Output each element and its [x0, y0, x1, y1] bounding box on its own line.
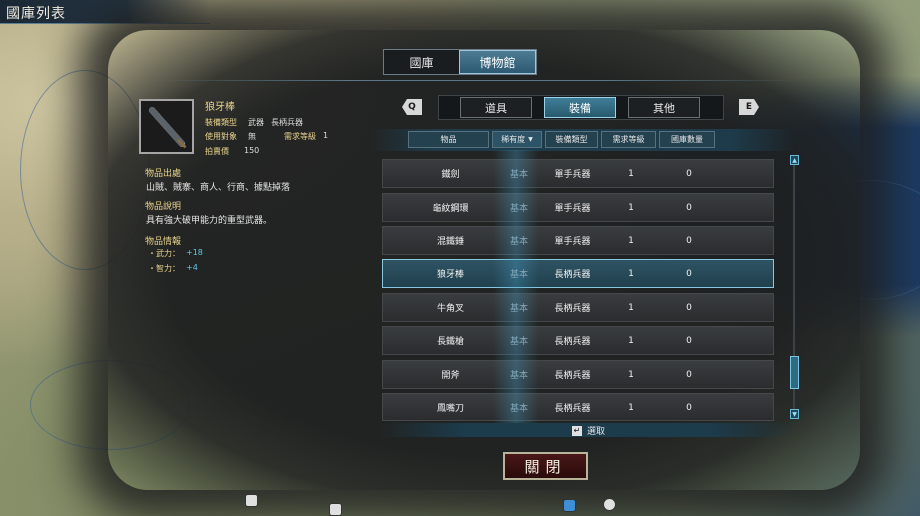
select-hint: ↵ 選取 — [572, 424, 605, 437]
scrollbar-thumb[interactable] — [790, 356, 799, 389]
level-label: 需求等級 — [284, 132, 316, 141]
level-cell: 1 — [628, 335, 634, 346]
type-value: 武器 — [248, 118, 264, 127]
type-label: 裝備類型 — [205, 118, 237, 127]
tab-museum[interactable]: 博物館 — [459, 50, 536, 74]
mace-icon — [141, 101, 192, 152]
type-cell: 長柄兵器 — [554, 270, 591, 280]
quantity-cell: 0 — [686, 235, 692, 246]
quantity-cell: 0 — [686, 302, 692, 313]
map-marker-icon — [329, 503, 342, 516]
level-cell: 1 — [628, 168, 634, 179]
tab-items[interactable]: 道具 — [460, 97, 532, 118]
quantity-cell: 0 — [686, 335, 692, 346]
desc-heading: 物品說明 — [145, 202, 182, 212]
column-header-type[interactable]: 裝備類型 — [545, 131, 598, 148]
type-cell: 長柄兵器 — [554, 404, 591, 414]
item-name: 狼牙棒 — [205, 102, 235, 113]
price-label: 拍賣價 — [205, 147, 229, 156]
type-cell: 長柄兵器 — [554, 337, 591, 347]
quantity-cell: 0 — [686, 268, 692, 279]
column-header-level[interactable]: 需求等級 — [601, 131, 656, 148]
column-header-rarity-label: 稀有度 — [501, 135, 526, 144]
source-heading: 物品出處 — [145, 169, 182, 179]
bonus-value: +4 — [186, 263, 198, 272]
info-heading: 物品情報 — [145, 237, 182, 247]
item-image — [139, 99, 194, 154]
desc-text: 具有強大破甲能力的重型武器。 — [146, 216, 273, 226]
select-hint-label: 選取 — [587, 427, 606, 437]
column-header-quantity[interactable]: 國庫數量 — [659, 131, 715, 148]
bonus-label: ・智力： — [148, 264, 180, 273]
divider — [150, 80, 800, 81]
top-tab-bar: 國庫 博物館 — [383, 49, 537, 75]
scroll-up-arrow-icon[interactable]: ▲ — [790, 155, 799, 165]
type-sub-value: 長柄兵器 — [271, 118, 303, 127]
type-cell: 單手兵器 — [554, 170, 591, 180]
column-header-item[interactable]: 物品 — [408, 131, 489, 148]
quantity-cell: 0 — [686, 369, 692, 380]
user-value: 無 — [248, 132, 256, 141]
table-row[interactable]: 鐵劍 基本 單手兵器 1 0 — [382, 159, 774, 188]
table-row[interactable]: 混鐵錘 基本 單手兵器 1 0 — [382, 226, 774, 255]
type-cell: 長柄兵器 — [554, 304, 591, 314]
type-cell: 單手兵器 — [554, 237, 591, 247]
table-row[interactable]: 鳳嘴刀 基本 長柄兵器 1 0 — [382, 393, 774, 421]
bonus-label: ・武力： — [148, 249, 180, 258]
map-marker-icon — [245, 494, 258, 507]
table-row[interactable]: 牛角叉 基本 長柄兵器 1 0 — [382, 293, 774, 322]
tab-other[interactable]: 其他 — [628, 97, 700, 118]
column-header-rarity[interactable]: 稀有度 ▼ — [492, 131, 542, 148]
enter-key-icon: ↵ — [572, 425, 582, 436]
tab-equipment[interactable]: 裝備 — [544, 97, 616, 118]
user-label: 使用對象 — [205, 132, 237, 141]
level-cell: 1 — [628, 268, 634, 279]
level-cell: 1 — [628, 369, 634, 380]
price-value: 150 — [244, 146, 260, 155]
level-cell: 1 — [628, 202, 634, 213]
quantity-cell: 0 — [686, 168, 692, 179]
level-cell: 1 — [628, 235, 634, 246]
sort-arrow-icon: ▼ — [528, 136, 533, 143]
tab-treasury[interactable]: 國庫 — [384, 50, 459, 74]
scroll-down-arrow-icon[interactable]: ▼ — [790, 409, 799, 419]
map-marker-icon — [603, 498, 616, 511]
table-row[interactable]: 龜紋鋼環 基本 單手兵器 1 0 — [382, 193, 774, 222]
close-button[interactable]: 關閉 — [503, 452, 588, 480]
map-marker-icon — [563, 499, 576, 512]
table-row[interactable]: 開斧 基本 長柄兵器 1 0 — [382, 360, 774, 389]
quantity-cell: 0 — [686, 402, 692, 413]
type-cell: 單手兵器 — [554, 204, 591, 214]
type-cell: 長柄兵器 — [554, 371, 591, 381]
rarity-column-highlight — [493, 150, 539, 425]
level-cell: 1 — [628, 402, 634, 413]
table-row[interactable]: 長鐵槍 基本 長柄兵器 1 0 — [382, 326, 774, 355]
source-text: 山賊、賊寨、商人、行商、據點掉落 — [146, 183, 291, 193]
table-row-selected[interactable]: 狼牙棒 基本 長柄兵器 1 0 — [382, 259, 774, 288]
bonus-value: +18 — [186, 248, 203, 257]
window-title-bar: 國庫列表 — [0, 0, 210, 24]
quantity-cell: 0 — [686, 202, 692, 213]
level-value: 1 — [323, 131, 329, 140]
level-cell: 1 — [628, 302, 634, 313]
window-title: 國庫列表 — [6, 6, 66, 22]
